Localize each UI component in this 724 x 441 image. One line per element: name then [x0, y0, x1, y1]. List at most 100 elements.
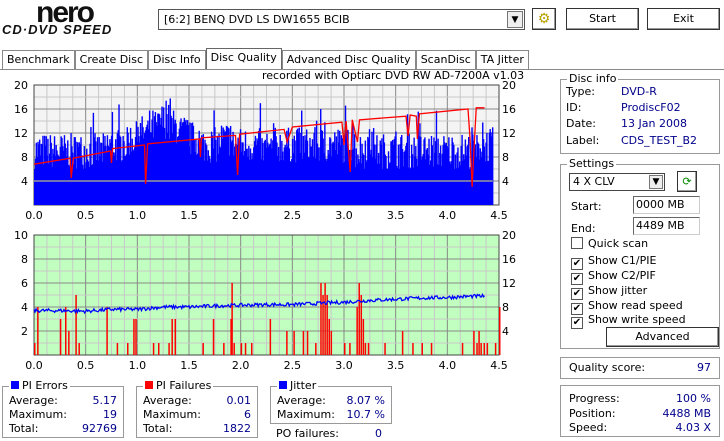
x-tick-label: 0.0 — [25, 209, 43, 222]
y-tick-label: 4 — [21, 175, 28, 188]
pi-failure-bar — [421, 343, 423, 355]
average-label: Average: — [9, 394, 58, 407]
x-tick-label: 3.5 — [387, 359, 405, 372]
pi-failure-bar — [231, 283, 233, 355]
label-label: Label: — [566, 134, 600, 147]
quick-scan-checkbox[interactable]: Quick scan — [571, 237, 648, 250]
pi-failures-average: 0.01 — [226, 394, 252, 407]
pi-failure-bar — [486, 343, 489, 355]
pi-failure-bar — [324, 283, 326, 355]
pi-failure-bar — [240, 343, 243, 355]
pi-failure-bar — [212, 319, 215, 355]
pi-failure-bar — [384, 343, 386, 355]
total-label: Total: — [9, 422, 39, 435]
y2-tick-label: 20 — [502, 229, 516, 242]
progress-label: Progress: — [569, 392, 620, 405]
refresh-icon[interactable]: ⟳ — [677, 171, 697, 192]
quality-score-value: 97 — [697, 361, 711, 374]
pi-failure-bar — [233, 343, 235, 355]
pi-failure-bar — [168, 343, 170, 355]
pi-failure-bar — [344, 343, 346, 355]
pi-errors-group: PI Errors Average: 5.17 Maximum: 19 Tota… — [2, 379, 124, 438]
pi-failure-bar — [251, 343, 253, 355]
pi-failure-bar — [269, 319, 272, 355]
pi-failure-bar — [133, 319, 135, 355]
pi-errors-chart: 0.0 0.5 1.0 1.5 2.0 2.5 3.0 3.5 4.0 4.5 4 8 12 16 20 4 8… — [14, 79, 516, 222]
speed-select[interactable]: 4 X CLV ▼ — [569, 173, 665, 191]
pi-failure-bar — [244, 343, 247, 355]
pi-failures-total: 1822 — [223, 422, 251, 435]
y-tick-label: 4 — [21, 301, 28, 314]
id-label: ID: — [566, 101, 582, 114]
tab-disc-info[interactable]: Disc Info — [148, 50, 206, 69]
pi-failure-bar — [127, 343, 129, 355]
pi-failure-bar — [116, 343, 119, 355]
show-c1-pie-checkbox[interactable]: ✔ Show C1/PIE — [571, 254, 656, 270]
average-label: Average: — [277, 394, 326, 407]
tab-ta-jitter[interactable]: TA Jitter — [475, 50, 529, 69]
pi-failure-bar — [322, 295, 324, 355]
jitter-group: Jitter Average: 8.07 % Maximum: 10.7 % — [270, 379, 392, 424]
settings-title: Settings — [567, 157, 617, 170]
y2-tick-label: 12 — [502, 277, 516, 290]
tab-scandisc[interactable]: ScanDisc — [415, 50, 476, 69]
pi-failure-bar — [202, 343, 204, 355]
pi-failure-bar — [286, 331, 288, 355]
checkbox-icon[interactable] — [571, 237, 583, 249]
tab-disc-quality[interactable]: Disc Quality — [205, 48, 282, 70]
pi-failure-bar — [362, 319, 365, 355]
pi-failure-bar — [174, 319, 177, 355]
pi-failure-bar — [293, 331, 295, 355]
x-tick-label: 2.5 — [284, 359, 302, 372]
y-tick-label: 16 — [14, 103, 28, 116]
end-input[interactable]: 4489 MB — [633, 217, 700, 235]
tab-create-disc[interactable]: Create Disc — [74, 50, 149, 69]
chevron-down-icon[interactable]: ▼ — [649, 175, 663, 189]
progress-box: Progress: 100 % Position: 4488 MB Speed:… — [560, 385, 720, 437]
start-input[interactable]: 0000 MB — [633, 196, 700, 214]
checkbox-label: Show jitter — [588, 284, 648, 297]
y-tick-label: 8 — [21, 151, 28, 164]
y2-tick-label: 4 — [502, 325, 509, 338]
pi-failure-bar — [306, 331, 309, 355]
x-tick-label: 0.5 — [77, 209, 95, 222]
quality-score-box: Quality score: 97 — [560, 357, 720, 379]
pi-failure-bar — [356, 307, 358, 355]
exit-button[interactable]: Exit — [647, 8, 720, 30]
x-tick-label: 1.5 — [180, 359, 198, 372]
y2-tick-label: 4 — [502, 175, 509, 188]
pi-failures-maximum: 6 — [244, 408, 251, 421]
y-tick-label: 8 — [21, 253, 28, 266]
pi-failure-bar — [315, 343, 317, 355]
chevron-down-icon[interactable]: ▼ — [507, 11, 523, 28]
disc-info-title: Disc info — [567, 72, 619, 85]
checkmark-icon[interactable]: ✔ — [571, 317, 583, 329]
checkbox-label: Show write speed — [588, 313, 686, 326]
show-c2-pif-checkbox[interactable]: ✔ Show C2/PIF — [571, 269, 656, 285]
pi-failure-bar — [65, 307, 67, 355]
pi-failure-bar — [480, 343, 482, 355]
start-label: Start: — [571, 200, 602, 213]
y2-tick-label: 12 — [502, 127, 516, 140]
y-tick-label: 12 — [14, 127, 28, 140]
y2-tick-label: 8 — [502, 301, 509, 314]
pi-failure-bar — [358, 283, 360, 355]
tab-bar: Benchmark Create Disc Disc Info Disc Qua… — [2, 48, 529, 70]
pi-failure-bar — [158, 343, 160, 355]
pi-errors-average: 5.17 — [92, 394, 118, 407]
tab-advanced-disc-quality[interactable]: Advanced Disc Quality — [281, 50, 416, 69]
drive-select[interactable]: [6:2] BENQ DVD LS DW1655 BCIB ▼ — [158, 9, 525, 30]
id-value: ProdiscF02 — [621, 101, 681, 114]
drive-settings-icon[interactable]: ⚙ — [532, 8, 556, 30]
pi-failure-bar — [68, 331, 70, 355]
show-jitter-checkbox[interactable]: ✔ Show jitter — [571, 284, 647, 300]
advanced-button[interactable]: Advanced — [606, 327, 719, 347]
speed-value: 4 X CLV — [573, 175, 615, 188]
start-button[interactable]: Start — [566, 8, 639, 30]
pi-failure-bar — [412, 343, 414, 355]
x-tick-label: 1.0 — [129, 209, 147, 222]
pi-failure-bar — [483, 343, 485, 355]
tab-benchmark[interactable]: Benchmark — [2, 50, 75, 69]
y2-tick-label: 20 — [502, 79, 516, 92]
pi-failure-bar — [75, 295, 77, 355]
